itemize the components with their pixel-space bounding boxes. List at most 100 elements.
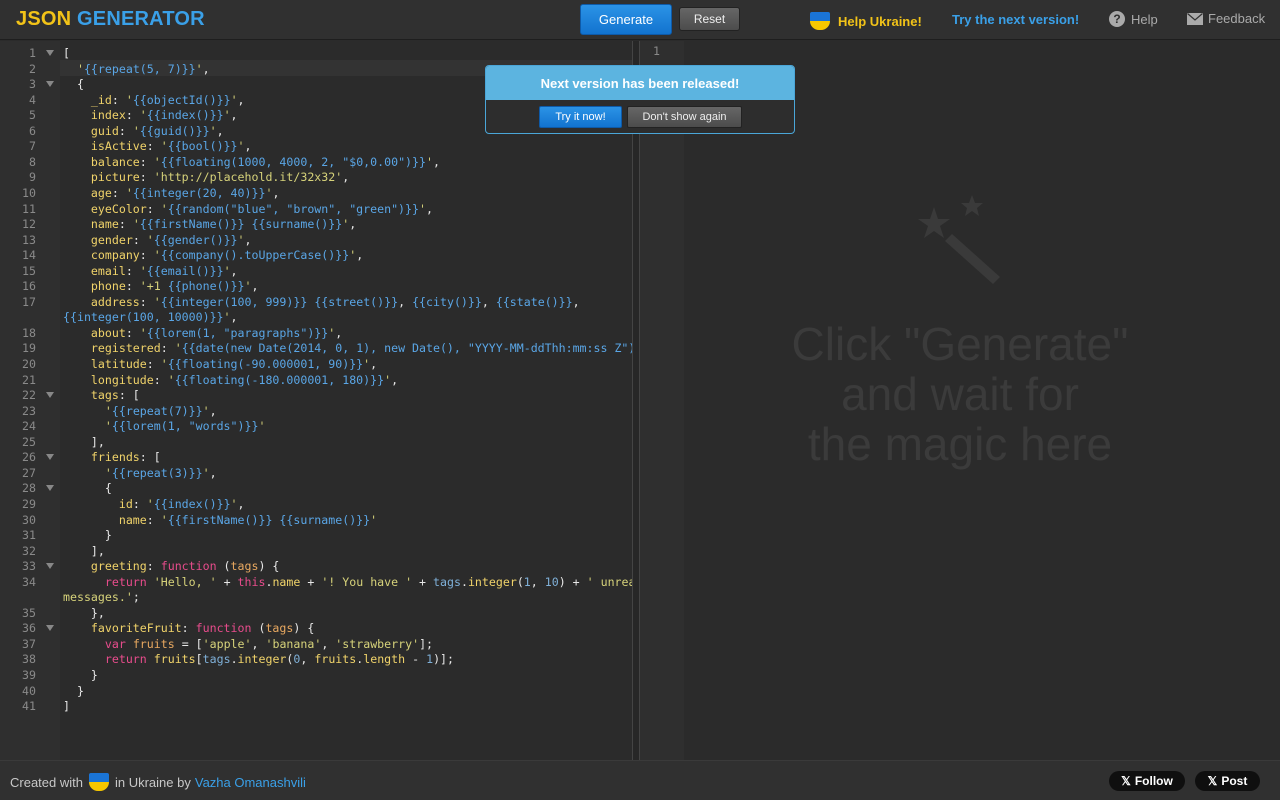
line-number: 5 — [29, 108, 36, 123]
code-line[interactable]: 26 friends: [ — [0, 449, 632, 465]
code-line[interactable]: 18 about: '{{lorem(1, "paragraphs")}}', — [0, 325, 632, 341]
code-text: } — [63, 683, 84, 698]
code-line[interactable]: 24 '{{lorem(1, "words")}}' — [0, 418, 632, 434]
code-line[interactable]: 12 name: '{{firstName()}} {{surname()}}'… — [0, 216, 632, 232]
fold-arrow-icon[interactable] — [46, 454, 54, 461]
line-number: 6 — [29, 123, 36, 138]
code-text: eyeColor: '{{random("blue", "brown", "gr… — [90, 201, 433, 216]
code-line[interactable]: 40 } — [0, 683, 632, 699]
line-number: 11 — [22, 201, 36, 216]
code-line[interactable]: 27 '{{repeat(3)}}', — [0, 465, 632, 481]
code-line[interactable]: 31 } — [0, 527, 632, 543]
follow-label: Follow — [1134, 774, 1173, 788]
code-line[interactable]: 34 return 'Hello, ' + this.name + '! You… — [0, 574, 632, 590]
line-number: 20 — [22, 357, 36, 371]
line-number: 3 — [29, 77, 36, 92]
code-line[interactable]: 38 return fruits[tags.integer(0, fruits.… — [0, 651, 632, 667]
fold-arrow-icon[interactable] — [46, 50, 54, 56]
code-text: phone: '+1 {{phone()}}', — [90, 279, 259, 294]
template-editor[interactable]: 1[2 '{{repeat(5, 7)}}', 3 {4 _id: '{{obje… — [0, 41, 632, 760]
code-text: index: '{{index()}}', — [90, 108, 238, 123]
code-line[interactable]: 32 ], — [0, 543, 632, 559]
author-link[interactable]: Vazha Omanashvili — [195, 775, 306, 790]
code-line[interactable]: 13 gender: '{{gender()}}', — [0, 232, 632, 248]
code-line[interactable]: 10 age: '{{integer(20, 40)}}', — [0, 185, 632, 201]
code-line[interactable]: 36 favoriteFruit: function (tags) { — [0, 620, 632, 636]
code-line[interactable]: 19 registered: '{{date(new Date(2014, 0,… — [0, 340, 632, 356]
line-number: 41 — [22, 699, 36, 714]
code-line[interactable]: 7 isActive: '{{bool()}}', — [0, 138, 632, 154]
fold-arrow-icon[interactable] — [46, 625, 54, 632]
code-line[interactable]: 37 var fruits = ['apple', 'banana', 'str… — [0, 636, 632, 652]
code-line[interactable]: 9 picture: 'http://placehold.it/32x32', — [0, 169, 632, 185]
generate-button[interactable]: Generate — [580, 4, 672, 35]
feedback-link[interactable]: Feedback — [1187, 11, 1265, 26]
fold-arrow-icon[interactable] — [46, 563, 54, 570]
code-text: name: '{{firstName()}} {{surname()}}', — [90, 217, 357, 232]
line-number: 15 — [22, 263, 36, 278]
code-line[interactable]: 21 longitude: '{{floating(-180.000001, 1… — [0, 372, 632, 388]
code-line[interactable]: 35 }, — [0, 605, 632, 621]
code-line[interactable]: 20 latitude: '{{floating(-90.000001, 90)… — [0, 356, 632, 372]
logo-generator-text: GENERATOR — [77, 8, 205, 30]
code-line[interactable]: 17 address: '{{integer(100, 999)}} {{str… — [0, 294, 632, 310]
code-text: isActive: '{{bool()}}', — [90, 139, 252, 154]
code-text: tags: [ — [90, 388, 140, 403]
code-line[interactable]: 25 ], — [0, 434, 632, 450]
fold-arrow-icon[interactable] — [46, 392, 54, 399]
ukraine-flag-icon — [88, 773, 109, 791]
code-text: ], — [63, 543, 105, 558]
line-number: 35 — [22, 605, 36, 620]
fold-arrow-icon[interactable] — [46, 81, 54, 88]
code-line[interactable]: 14 company: '{{company().toUpperCase()}}… — [0, 247, 632, 263]
fold-arrow-icon[interactable] — [46, 485, 54, 492]
line-number: 28 — [22, 481, 36, 496]
help-ukraine-link[interactable]: Help Ukraine! — [810, 11, 922, 31]
line-number: 10 — [22, 185, 36, 200]
code-text: return 'Hello, ' + this.name + '! You ha… — [104, 574, 632, 589]
app-logo[interactable]: JSON GENERATOR — [16, 8, 205, 31]
code-line[interactable]: 41] — [0, 698, 632, 714]
reset-button[interactable]: Reset — [679, 7, 740, 31]
code-line[interactable]: 11 eyeColor: '{{random("blue", "brown", … — [0, 201, 632, 217]
line-number: 16 — [22, 279, 36, 294]
code-line[interactable]: 8 balance: '{{floating(1000, 4000, 2, "$… — [0, 154, 632, 170]
line-number: 40 — [22, 683, 36, 698]
release-popup: Next version has been released! Try it n… — [485, 65, 795, 134]
code-line[interactable]: 39 } — [0, 667, 632, 683]
output-panel[interactable]: 1 Click "Generate" and wait for the magi… — [640, 41, 1280, 760]
code-line[interactable]: 23 '{{repeat(7)}}', — [0, 403, 632, 419]
code-text: picture: 'http://placehold.it/32x32', — [90, 170, 350, 185]
code-line[interactable]: 1[ — [0, 45, 632, 61]
line-number: 37 — [22, 636, 36, 651]
line-number: 22 — [22, 388, 36, 403]
line-number: 13 — [22, 232, 36, 247]
code-line[interactable]: 30 name: '{{firstName()}} {{surname()}}' — [0, 512, 632, 528]
code-line[interactable]: 28 { — [0, 480, 632, 496]
x-post-button[interactable]: 𝕏 Post — [1195, 771, 1260, 791]
code-text: return fruits[tags.integer(0, fruits.len… — [104, 652, 455, 667]
x-follow-button[interactable]: 𝕏 Follow — [1109, 771, 1185, 791]
code-line[interactable]: 29 id: '{{index()}}', — [0, 496, 632, 512]
panel-splitter[interactable] — [632, 41, 640, 760]
line-number: 32 — [22, 543, 36, 558]
line-number: 34 — [22, 574, 36, 589]
code-line[interactable]: {{integer(100, 10000)}}', — [0, 309, 632, 325]
line-number: 36 — [22, 621, 36, 636]
help-link[interactable]: ? Help — [1109, 11, 1158, 27]
line-number: 29 — [22, 496, 36, 511]
code-line[interactable]: 33 greeting: function (tags) { — [0, 558, 632, 574]
try-it-now-button[interactable]: Try it now! — [539, 106, 622, 128]
code-text: ] — [63, 699, 70, 714]
code-text: ], — [63, 434, 105, 449]
code-line[interactable]: 22 tags: [ — [0, 387, 632, 403]
next-version-link[interactable]: Try the next version! — [952, 12, 1079, 27]
code-text: { — [63, 481, 112, 496]
code-line[interactable]: 15 email: '{{email()}}', — [0, 263, 632, 279]
dont-show-again-button[interactable]: Don't show again — [627, 106, 742, 128]
code-line[interactable]: 16 phone: '+1 {{phone()}}', — [0, 278, 632, 294]
code-text: { — [63, 77, 84, 92]
logo-json-text: JSON — [16, 8, 78, 30]
code-line[interactable]: messages.'; — [0, 589, 632, 605]
code-text: '{{repeat(3)}}', — [104, 465, 217, 480]
